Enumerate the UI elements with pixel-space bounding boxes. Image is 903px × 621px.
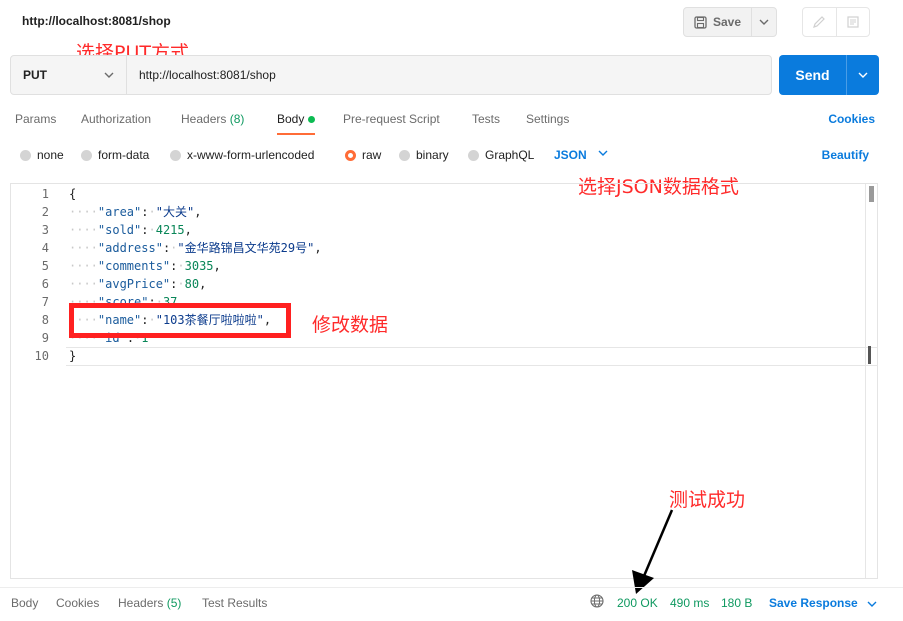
body-editor[interactable]: 1{ 2 ····"area":·"大关", 3 ····"sold":·4215,… (10, 183, 878, 579)
request-tabs: Params Authorization Headers (8) Body Pr… (0, 104, 903, 135)
chevron-down-icon (867, 601, 877, 607)
documentation-icon[interactable] (837, 8, 870, 36)
radio-selected-icon (345, 149, 356, 161)
annotation-test-success: 测试成功 (669, 489, 746, 511)
json-key: "area" (97, 205, 142, 219)
cookies-link[interactable]: Cookies (828, 112, 875, 126)
send-group: Send (779, 55, 879, 95)
radio-graphql[interactable]: GraphQL (468, 148, 534, 162)
annotation-arrow-icon (632, 509, 674, 594)
radio-graphql-label: GraphQL (485, 148, 535, 162)
tab-body[interactable]: Body (277, 112, 316, 135)
response-tab-body[interactable]: Body (11, 596, 38, 610)
save-response-label: Save Response (769, 596, 858, 610)
tab-tests[interactable]: Tests (472, 112, 500, 126)
response-headers-count: (5) (166, 596, 182, 610)
tab-authorization[interactable]: Authorization (81, 112, 151, 126)
scrollbar-thumb[interactable] (869, 186, 874, 202)
radio-none-label: none (37, 148, 64, 162)
editor-line: 3 ····"sold":·4215, (41, 223, 192, 237)
editor-line: 5 ····"comments":·3035, (41, 259, 221, 273)
tab-headers-label: Headers (181, 112, 227, 126)
code-text: } (69, 349, 77, 363)
json-value: 80 (184, 277, 200, 291)
radio-raw-label: raw (362, 148, 382, 162)
save-options-chevron-down-icon[interactable] (752, 8, 776, 36)
editor-line: 2 ····"area":·"大关", (41, 205, 202, 219)
chevron-down-icon (104, 69, 114, 81)
radio-binary-label: binary (416, 148, 449, 162)
body-modified-dot-icon (308, 116, 316, 124)
send-button[interactable]: Send (779, 55, 847, 95)
response-size[interactable]: 180 B (721, 596, 752, 610)
tab-params[interactable]: Params (15, 112, 56, 126)
response-bar: Body Cookies Headers (5) Test Results 20… (0, 587, 903, 617)
tab-headers[interactable]: Headers (8) (181, 112, 244, 126)
editor-line: 4 ····"address":·"金华路锦昌文华苑29号", (41, 241, 322, 255)
request-title[interactable]: http://localhost:8081/shop (22, 14, 171, 28)
tab-headers-count: (8) (229, 112, 245, 126)
edit-pencil-icon[interactable] (803, 8, 837, 36)
url-input[interactable]: http://localhost:8081/shop (127, 56, 771, 94)
radio-urlencoded-label: x-www-form-urlencoded (187, 148, 315, 162)
response-tab-cookies[interactable]: Cookies (56, 596, 99, 610)
radio-none[interactable]: none (20, 148, 64, 162)
radio-icon (468, 149, 479, 161)
body-type-options: none form-data x-www-form-urlencoded raw… (0, 142, 903, 168)
radio-form-data[interactable]: form-data (81, 148, 149, 162)
method-select[interactable]: PUT (11, 56, 127, 94)
tab-body-label: Body (277, 112, 305, 126)
json-key: "comments" (97, 259, 171, 273)
save-label: Save (713, 15, 742, 29)
response-status[interactable]: 200 OK (617, 596, 658, 610)
chevron-down-icon[interactable] (598, 147, 608, 159)
json-value: "大关" (155, 205, 195, 219)
json-value: 3035 (184, 259, 214, 273)
radio-form-data-label: form-data (98, 148, 150, 162)
editor-line: 10} (34, 349, 77, 363)
beautify-button[interactable]: Beautify (822, 148, 869, 162)
editor-scrollbar[interactable] (865, 184, 877, 578)
editor-line: 1{ (41, 187, 77, 201)
save-group: Save (683, 7, 778, 37)
response-tab-test-results[interactable]: Test Results (202, 596, 267, 610)
response-time[interactable]: 490 ms (670, 596, 709, 610)
json-key: "address" (97, 241, 163, 255)
code-text: { (69, 187, 77, 201)
radio-raw[interactable]: raw (345, 148, 381, 162)
json-key: "avgPrice" (97, 277, 171, 291)
response-tab-headers-label: Headers (118, 596, 164, 610)
body-format-select[interactable]: JSON (554, 148, 587, 162)
save-icon (694, 15, 707, 29)
method-value: PUT (23, 68, 47, 82)
radio-icon (81, 149, 92, 161)
response-tab-headers[interactable]: Headers (5) (118, 596, 181, 610)
tab-settings[interactable]: Settings (526, 112, 569, 126)
globe-icon[interactable] (590, 594, 604, 608)
radio-icon (20, 149, 31, 161)
tab-pre-request-script[interactable]: Pre-request Script (343, 112, 440, 126)
radio-icon (399, 149, 410, 161)
save-button[interactable]: Save (684, 8, 753, 36)
json-value: 4215 (155, 223, 185, 237)
json-key: "sold" (97, 223, 142, 237)
json-value: "金华路锦昌文华苑29号" (177, 241, 315, 255)
radio-icon (170, 149, 181, 161)
url-bar: PUT http://localhost:8081/shop (10, 55, 772, 95)
radio-x-www-form-urlencoded[interactable]: x-www-form-urlencoded (170, 148, 314, 162)
send-options-chevron-down-icon[interactable] (847, 55, 879, 95)
side-tools (802, 7, 870, 37)
radio-binary[interactable]: binary (399, 148, 449, 162)
annotation-highlight-box (69, 303, 291, 338)
annotation-modify-data: 修改数据 (312, 314, 389, 336)
editor-line: 6 ····"avgPrice":·80, (41, 277, 207, 291)
save-response-button[interactable]: Save Response (769, 596, 877, 610)
